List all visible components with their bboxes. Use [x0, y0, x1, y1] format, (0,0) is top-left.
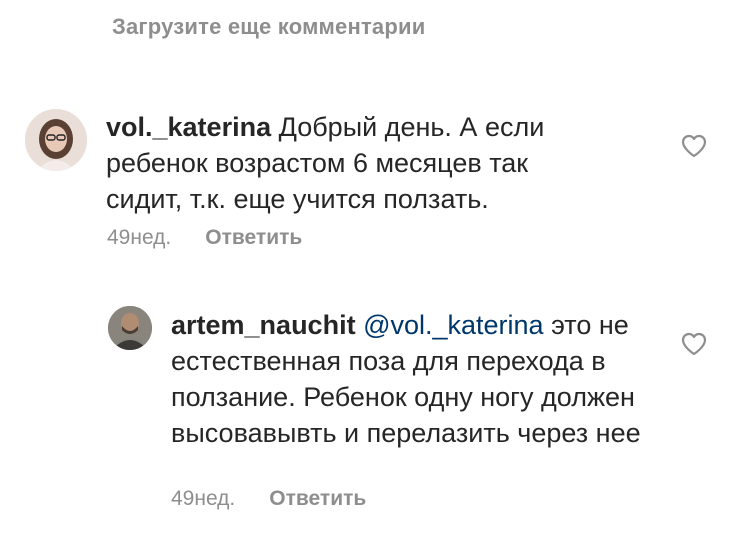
comment-text-block: vol._katerina Добрый день. А если ребено… [106, 109, 606, 217]
comment-timestamp[interactable]: 49нед. [171, 487, 235, 511]
comment-meta: 49нед. Ответить [171, 487, 366, 511]
avatar[interactable] [25, 109, 87, 171]
comment-username[interactable]: artem_nauchit [171, 310, 356, 340]
heart-outline-icon[interactable] [681, 134, 707, 158]
load-more-comments-button[interactable]: Загрузите еще комментарии [112, 14, 425, 40]
reply-button[interactable]: Ответить [269, 487, 366, 511]
avatar[interactable] [108, 306, 152, 350]
mention-link[interactable]: @vol._katerina [363, 310, 544, 340]
reply-button[interactable]: Ответить [205, 226, 302, 250]
heart-outline-icon[interactable] [681, 332, 707, 356]
comment-text-block: artem_nauchit @vol._katerina это не есте… [171, 307, 641, 451]
comment-username[interactable]: vol._katerina [106, 112, 271, 142]
comment-meta: 49нед. Ответить [107, 226, 302, 250]
comment-timestamp[interactable]: 49нед. [107, 226, 171, 250]
